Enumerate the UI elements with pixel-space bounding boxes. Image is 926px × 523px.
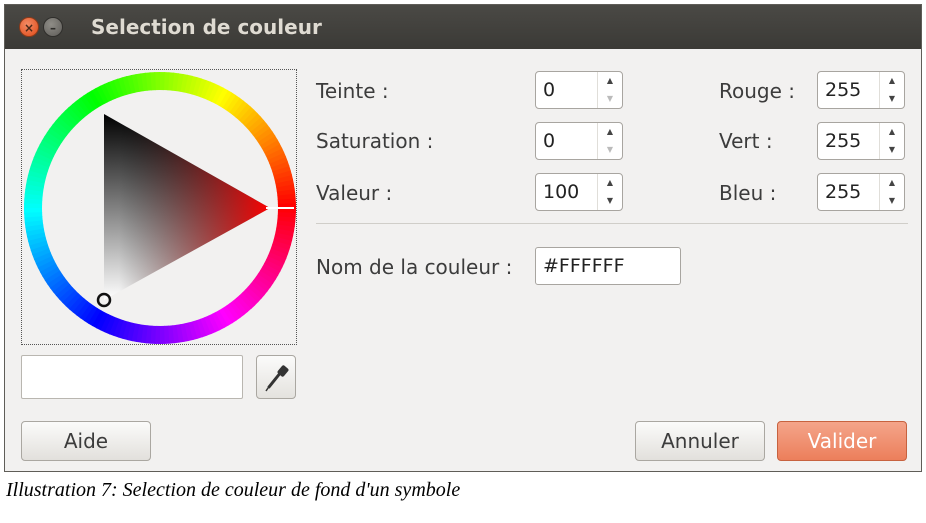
minimize-window-button[interactable]: – bbox=[43, 17, 63, 37]
hue-ring-and-triangle[interactable] bbox=[22, 70, 298, 346]
blue-decrement-button[interactable]: ▼ bbox=[880, 192, 904, 210]
eyedropper-button[interactable] bbox=[256, 355, 296, 399]
ok-button[interactable]: Valider bbox=[777, 421, 907, 461]
hue-label: Teinte : bbox=[316, 79, 389, 103]
green-value[interactable]: 255 bbox=[825, 130, 861, 152]
hue-spinbox[interactable]: 0 ▲ ▼ bbox=[535, 71, 623, 109]
saturation-decrement-button[interactable]: ▼ bbox=[598, 141, 622, 159]
red-decrement-button[interactable]: ▼ bbox=[880, 90, 904, 108]
green-spinbox[interactable]: 255 ▲ ▼ bbox=[817, 122, 905, 160]
hue-increment-button[interactable]: ▲ bbox=[598, 72, 622, 90]
current-color-swatch bbox=[21, 355, 243, 399]
cancel-button[interactable]: Annuler bbox=[635, 421, 765, 461]
green-decrement-button[interactable]: ▼ bbox=[880, 141, 904, 159]
red-increment-button[interactable]: ▲ bbox=[880, 72, 904, 90]
title-bar: × – Selection de couleur bbox=[5, 5, 921, 49]
close-window-button[interactable]: × bbox=[19, 17, 39, 37]
value-spinbox[interactable]: 100 ▲ ▼ bbox=[535, 173, 623, 211]
blue-value[interactable]: 255 bbox=[825, 181, 861, 203]
value-label: Valeur : bbox=[316, 181, 393, 205]
separator bbox=[316, 223, 908, 224]
color-name-input[interactable]: #FFFFFF bbox=[535, 247, 681, 285]
hue-value[interactable]: 0 bbox=[543, 79, 555, 101]
hue-decrement-button[interactable]: ▼ bbox=[598, 90, 622, 108]
blue-increment-button[interactable]: ▲ bbox=[880, 174, 904, 192]
color-wheel[interactable] bbox=[21, 69, 297, 345]
red-spinbox[interactable]: 255 ▲ ▼ bbox=[817, 71, 905, 109]
value-increment-button[interactable]: ▲ bbox=[598, 174, 622, 192]
value-value[interactable]: 100 bbox=[543, 181, 579, 203]
green-increment-button[interactable]: ▲ bbox=[880, 123, 904, 141]
green-label: Vert : bbox=[719, 129, 773, 153]
close-icon: × bbox=[23, 21, 35, 35]
blue-label: Bleu : bbox=[719, 181, 777, 205]
saturation-label: Saturation : bbox=[316, 129, 434, 153]
eyedropper-icon bbox=[265, 365, 289, 392]
red-label: Rouge : bbox=[719, 79, 796, 103]
blue-spinbox[interactable]: 255 ▲ ▼ bbox=[817, 173, 905, 211]
minimize-icon: – bbox=[50, 21, 56, 35]
window-title: Selection de couleur bbox=[91, 15, 322, 39]
saturation-spinbox[interactable]: 0 ▲ ▼ bbox=[535, 122, 623, 160]
saturation-value[interactable]: 0 bbox=[543, 130, 555, 152]
color-selection-dialog: × – Selection de couleur Teinte: 0 ▲ ▼ … bbox=[4, 4, 922, 472]
red-value[interactable]: 255 bbox=[825, 79, 861, 101]
help-button[interactable]: Aide bbox=[21, 421, 151, 461]
color-name-value[interactable]: #FFFFFF bbox=[543, 255, 625, 277]
saturation-increment-button[interactable]: ▲ bbox=[598, 123, 622, 141]
figure-caption: Illustration 7: Selection de couleur de … bbox=[6, 479, 461, 501]
color-name-label: Nom de la couleur : bbox=[316, 255, 513, 279]
value-decrement-button[interactable]: ▼ bbox=[598, 192, 622, 210]
